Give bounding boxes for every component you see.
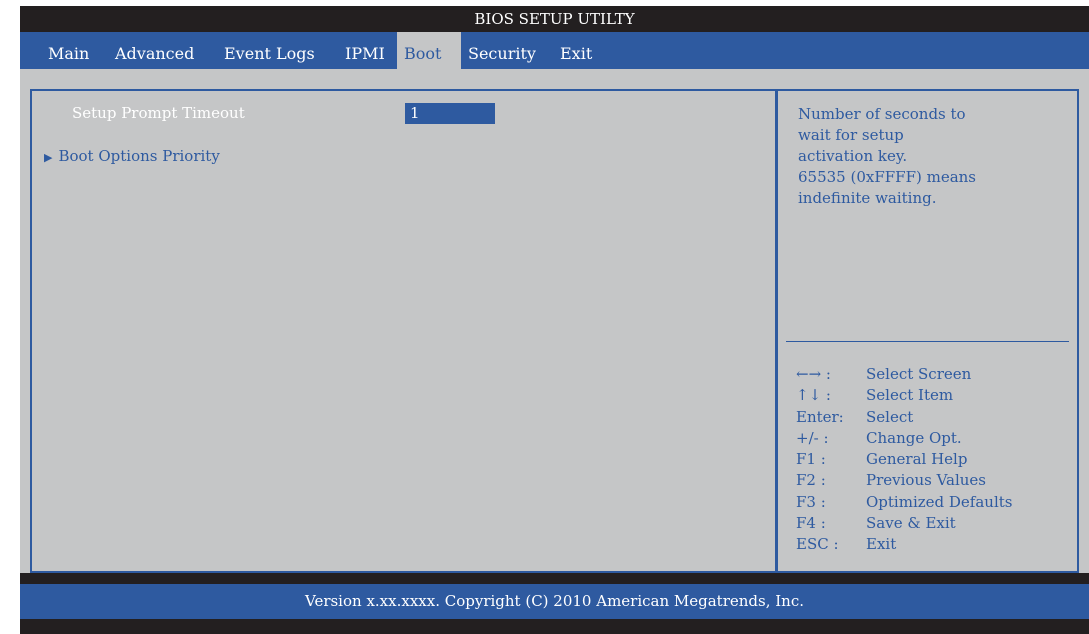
setup-prompt-timeout-field[interactable]: 1	[405, 103, 495, 124]
key-row-save-exit: F4 : Save & Exit	[796, 513, 1076, 534]
tab-event-logs[interactable]: Event Logs	[217, 32, 322, 69]
boot-options-priority-item[interactable]: ▶ Boot Options Priority	[44, 147, 220, 165]
key-label: +/- :	[796, 428, 829, 447]
content-area: Setup Prompt Timeout 1 ▶ Boot Options Pri…	[20, 69, 1089, 573]
tab-boot[interactable]: Boot	[397, 32, 461, 69]
help-divider	[786, 341, 1069, 342]
key-label: F1 :	[796, 450, 826, 469]
settings-panel: Setup Prompt Timeout 1 ▶ Boot Options Pri…	[30, 89, 777, 573]
version-footer: Version x.xx.xxxx. Copyright (C) 2010 Am…	[20, 584, 1089, 619]
key-label: ←→ :	[796, 365, 831, 383]
boot-options-priority-label: Boot Options Priority	[58, 147, 220, 165]
key-label: F3 :	[796, 492, 826, 511]
submenu-arrow-icon: ▶	[44, 151, 53, 164]
setup-prompt-timeout-label[interactable]: Setup Prompt Timeout	[72, 104, 245, 122]
key-description: Previous Values	[866, 471, 986, 490]
key-description: Select Item	[866, 386, 954, 405]
key-row-change-opt: +/- : Change Opt.	[796, 428, 1076, 449]
key-label: ↑↓ :	[796, 386, 831, 405]
key-description: Optimized Defaults	[866, 492, 1013, 511]
tab-main[interactable]: Main	[41, 32, 96, 69]
bios-window: BIOS SETUP UTILTY Main Advanced Event Lo…	[20, 6, 1089, 634]
help-panel: Number of seconds to wait for setup acti…	[776, 89, 1079, 573]
key-label: F4 :	[796, 514, 826, 533]
tab-security[interactable]: Security	[461, 32, 543, 69]
key-row-exit: ESC : Exit	[796, 534, 1076, 555]
key-row-optimized-defaults: F3 : Optimized Defaults	[796, 492, 1076, 513]
menu-bar: Main Advanced Event Logs IPMI Boot Secur…	[20, 32, 1089, 69]
help-line: wait for setup	[798, 126, 904, 144]
key-description: Select	[866, 407, 914, 426]
key-description: Change Opt.	[866, 428, 962, 447]
key-row-previous-values: F2 : Previous Values	[796, 470, 1076, 491]
key-description: General Help	[866, 450, 968, 469]
key-description: Exit	[866, 535, 897, 554]
key-description: Save & Exit	[866, 514, 956, 533]
help-line: Number of seconds to	[798, 105, 966, 123]
help-text: Number of seconds to wait for setup acti…	[798, 104, 1068, 209]
tab-exit[interactable]: Exit	[553, 32, 599, 69]
key-row-general-help: F1 : General Help	[796, 449, 1076, 470]
key-row-select-item: ↑↓ : Select Item	[796, 385, 1076, 406]
title-bar: BIOS SETUP UTILTY	[474, 10, 635, 28]
key-legend: ←→ : Select Screen ↑↓ : Select Item Enter:…	[796, 364, 1076, 556]
help-line: indefinite waiting.	[798, 189, 937, 207]
key-label: ESC :	[796, 535, 839, 554]
key-label: F2 :	[796, 471, 826, 490]
help-line: activation key.	[798, 147, 908, 165]
key-description: Select Screen	[866, 365, 972, 383]
key-row-select: Enter: Select	[796, 407, 1076, 428]
tab-advanced[interactable]: Advanced	[108, 32, 201, 69]
key-label: Enter:	[796, 407, 844, 426]
key-row-select-screen: ←→ : Select Screen	[796, 364, 1076, 385]
tab-ipmi[interactable]: IPMI	[338, 32, 392, 69]
help-line: 65535 (0xFFFF) means	[798, 168, 976, 186]
